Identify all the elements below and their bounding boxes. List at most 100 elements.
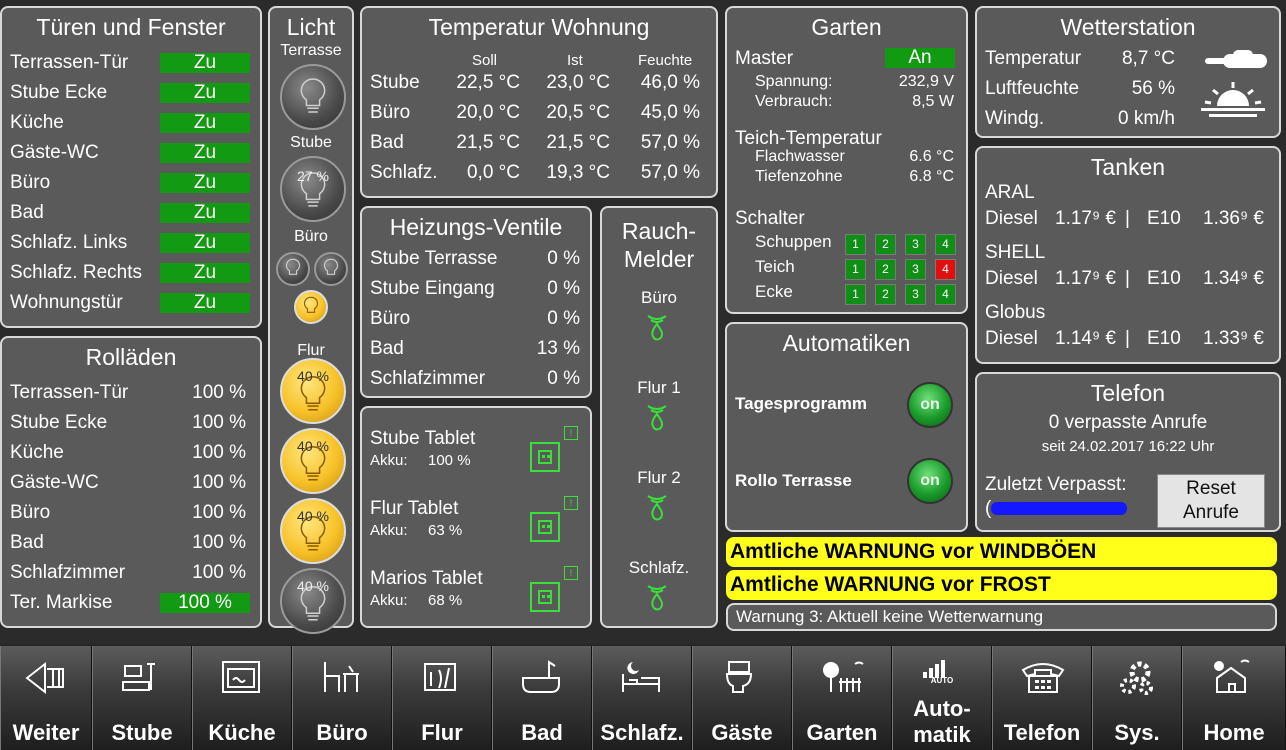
master-state[interactable]: An <box>885 48 955 68</box>
switch-button[interactable]: 3 <box>905 284 926 305</box>
tablet-badge: ! <box>564 496 578 510</box>
door-state: Zu <box>160 233 250 253</box>
master-label: Master <box>735 48 794 69</box>
nav-label: Sys. <box>1114 720 1160 745</box>
shutter-value[interactable]: 100 % <box>192 442 246 464</box>
tablet-icon[interactable] <box>530 582 560 612</box>
room-label: Stube <box>370 72 420 93</box>
bulb-icon[interactable] <box>276 252 310 286</box>
tablet-icon[interactable] <box>530 512 560 542</box>
bulb-icon[interactable] <box>280 64 346 130</box>
nav-label: Bad <box>521 720 563 745</box>
temp-ist: 21,5 °C <box>546 132 610 153</box>
nav-button-büro[interactable]: Büro <box>292 646 392 750</box>
nav-button-stube[interactable]: Stube <box>92 646 192 750</box>
smoke-label: Flur 2 <box>637 468 681 487</box>
reset-calls-button[interactable]: Reset Anrufe <box>1157 474 1265 528</box>
switch-button[interactable]: 1 <box>845 234 866 255</box>
nav-button-automatik[interactable]: AUTO Auto- matik <box>892 646 992 750</box>
switch-button[interactable]: 2 <box>875 234 896 255</box>
door-label: Gäste-WC <box>10 142 99 163</box>
shutter-value[interactable]: 100 % <box>192 502 246 524</box>
door-state: Zu <box>160 173 250 193</box>
bulb-icon[interactable]: 40 % <box>280 428 346 494</box>
verbrauch-label: Verbrauch: <box>755 93 833 110</box>
nav-button-weiter[interactable]: Weiter <box>0 646 92 750</box>
nav-button-flur[interactable]: Flur <box>392 646 492 750</box>
toggle-button[interactable]: on <box>907 458 953 504</box>
switch-button[interactable]: 1 <box>845 259 866 280</box>
shutter-value[interactable]: 100 % <box>192 532 246 554</box>
shutter-value[interactable]: 100 % <box>192 412 246 434</box>
redacted-caller <box>991 502 1127 515</box>
humidity: 57,0 % <box>640 132 700 153</box>
e10-label: E10 <box>1147 208 1181 229</box>
nav-button-telefon[interactable]: Telefon <box>992 646 1092 750</box>
auto-label: Tagesprogramm <box>735 394 867 413</box>
shutter-value[interactable]: 100 % <box>192 562 246 584</box>
light-label-terrasse: Terrasse <box>280 42 342 59</box>
smoke-detector-icon <box>642 490 672 524</box>
light-label-stube: Stube <box>290 134 332 151</box>
nav-button-bad[interactable]: Bad <box>492 646 592 750</box>
nav-button-garten[interactable]: Garten <box>792 646 892 750</box>
valve-value: 13 % <box>536 338 580 359</box>
door-label: Terrassen-Tür <box>10 52 129 73</box>
valve-label: Bad <box>370 338 404 359</box>
shutter-label: Bad <box>10 532 44 553</box>
bulb-icon[interactable] <box>294 290 328 324</box>
bulb-icon[interactable] <box>314 252 348 286</box>
panel-title: Automatiken <box>782 330 911 356</box>
bed-icon <box>622 662 660 692</box>
col-head-soll: Soll <box>472 52 498 69</box>
e10-price: 1.34⁹ € <box>1203 268 1264 289</box>
missed-calls: 0 verpasste Anrufe <box>1048 412 1208 433</box>
nav-label: Auto- matik <box>913 696 971 747</box>
shutter-value[interactable]: 100 % <box>192 472 246 494</box>
flachwasser-label: Flachwasser <box>755 148 845 165</box>
switch-button[interactable]: 3 <box>905 234 926 255</box>
price-separator: | <box>1125 328 1130 349</box>
reset-label: Anrufe <box>1183 502 1239 523</box>
bulb-icon[interactable]: 40 % <box>280 498 346 564</box>
switch-button[interactable]: 4 <box>935 284 956 305</box>
weather-warning: Amtliche WARNUNG vor WINDBÖEN <box>726 537 1277 567</box>
switch-button[interactable]: 4 <box>935 234 956 255</box>
door-label: Wohnungstür <box>10 292 123 313</box>
temp-soll: 22,5 °C <box>456 72 520 93</box>
panel-title: Tanken <box>1090 154 1166 180</box>
shutter-label: Ter. Markise <box>10 592 113 613</box>
door-state: Zu <box>160 83 250 103</box>
doors-panel: Türen und Fenster Terrassen-Tür Zu Stube E… <box>0 6 262 328</box>
toggle-button[interactable]: on <box>907 382 953 428</box>
automation-icon-text: AUTO <box>930 676 954 685</box>
weather-value: 0 km/h <box>1117 108 1175 129</box>
shutter-value[interactable]: 100 % <box>160 593 250 613</box>
switch-button[interactable]: 2 <box>875 259 896 280</box>
shutter-value[interactable]: 100 % <box>192 382 246 404</box>
switch-button[interactable]: 2 <box>875 284 896 305</box>
nav-label: Büro <box>316 720 368 745</box>
tablet-icon[interactable] <box>530 442 560 472</box>
nav-button-sys[interactable]: Sys. <box>1092 646 1182 750</box>
bulb-icon[interactable]: 27 % <box>280 156 346 222</box>
nav-button-küche[interactable]: Küche <box>192 646 292 750</box>
humidity: 46,0 % <box>640 72 700 93</box>
valve-value: 0 % <box>547 308 580 329</box>
missed-since: seit 24.02.2017 16:22 Uhr <box>1041 438 1215 455</box>
nav-button-home[interactable]: Home <box>1182 646 1286 750</box>
nav-label: Schlafz. <box>600 720 684 745</box>
switch-button[interactable]: 3 <box>905 259 926 280</box>
bulb-icon[interactable]: 40 % <box>280 568 346 634</box>
last-missed-label: Zuletzt Verpasst: <box>985 474 1127 495</box>
nav-button-gäste[interactable]: Gäste <box>692 646 792 750</box>
shutter-label: Terrassen-Tür <box>10 382 129 403</box>
switch-button[interactable]: 1 <box>845 284 866 305</box>
verbrauch-value: 8,5 W <box>912 93 954 110</box>
switch-button[interactable]: 4 <box>935 259 956 280</box>
tablet-battery: 100 % <box>428 452 471 469</box>
bulb-icon[interactable]: 40 % <box>280 358 346 424</box>
living-room-icon <box>122 663 155 691</box>
nav-button-schlafz[interactable]: Schlafz. <box>592 646 692 750</box>
station-name: Globus <box>985 302 1046 323</box>
